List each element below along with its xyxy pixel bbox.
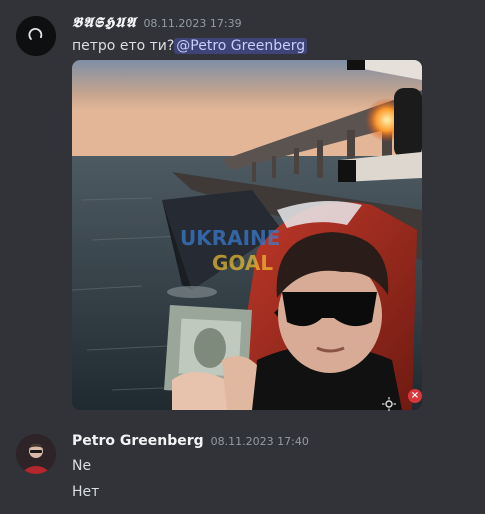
attachment-image: UKRAINE GOAL bbox=[72, 60, 422, 410]
message-header: Petro Greenberg 08.11.2023 17:40 bbox=[72, 433, 309, 453]
sparkle-icon bbox=[382, 397, 396, 411]
username[interactable]: Petro Greenberg bbox=[72, 433, 204, 449]
message-text: петро ето ти? @Petro Greenberg bbox=[72, 36, 308, 56]
message-2: Petro Greenberg 08.11.2023 17:40 Ne Нет bbox=[0, 420, 485, 514]
image-options-icon[interactable] bbox=[382, 396, 396, 411]
avatar-image bbox=[16, 434, 56, 474]
message-header: 𝕭𝕬𝕾𝕳𝖀𝕬 08.11.2023 17:39 bbox=[72, 15, 242, 35]
timestamp[interactable]: 08.11.2023 17:39 bbox=[143, 17, 241, 30]
avatar-image bbox=[16, 16, 56, 56]
attachment-overlay-text: GOAL bbox=[212, 251, 273, 275]
remove-embed-icon[interactable]: × bbox=[408, 389, 422, 403]
timestamp[interactable]: 08.11.2023 17:40 bbox=[211, 435, 309, 448]
attachment-overlay-text: UKRAINE bbox=[180, 226, 280, 250]
chat-messages: 𝕭𝕬𝕾𝕳𝖀𝕬 08.11.2023 17:39 петро ето ти? @Pe… bbox=[0, 0, 485, 514]
image-attachment[interactable]: UKRAINE GOAL bbox=[72, 60, 422, 410]
message-1: 𝕭𝕬𝕾𝕳𝖀𝕬 08.11.2023 17:39 петро ето ти? @Pe… bbox=[0, 0, 485, 420]
avatar[interactable] bbox=[16, 434, 56, 474]
message-text: Нет bbox=[72, 484, 100, 500]
avatar[interactable] bbox=[16, 16, 56, 56]
user-mention[interactable]: @Petro Greenberg bbox=[174, 38, 308, 54]
message-text: Ne bbox=[72, 458, 92, 474]
message-text-content: петро ето ти? bbox=[72, 38, 175, 54]
username[interactable]: 𝕭𝕬𝕾𝕳𝖀𝕬 bbox=[72, 15, 136, 31]
